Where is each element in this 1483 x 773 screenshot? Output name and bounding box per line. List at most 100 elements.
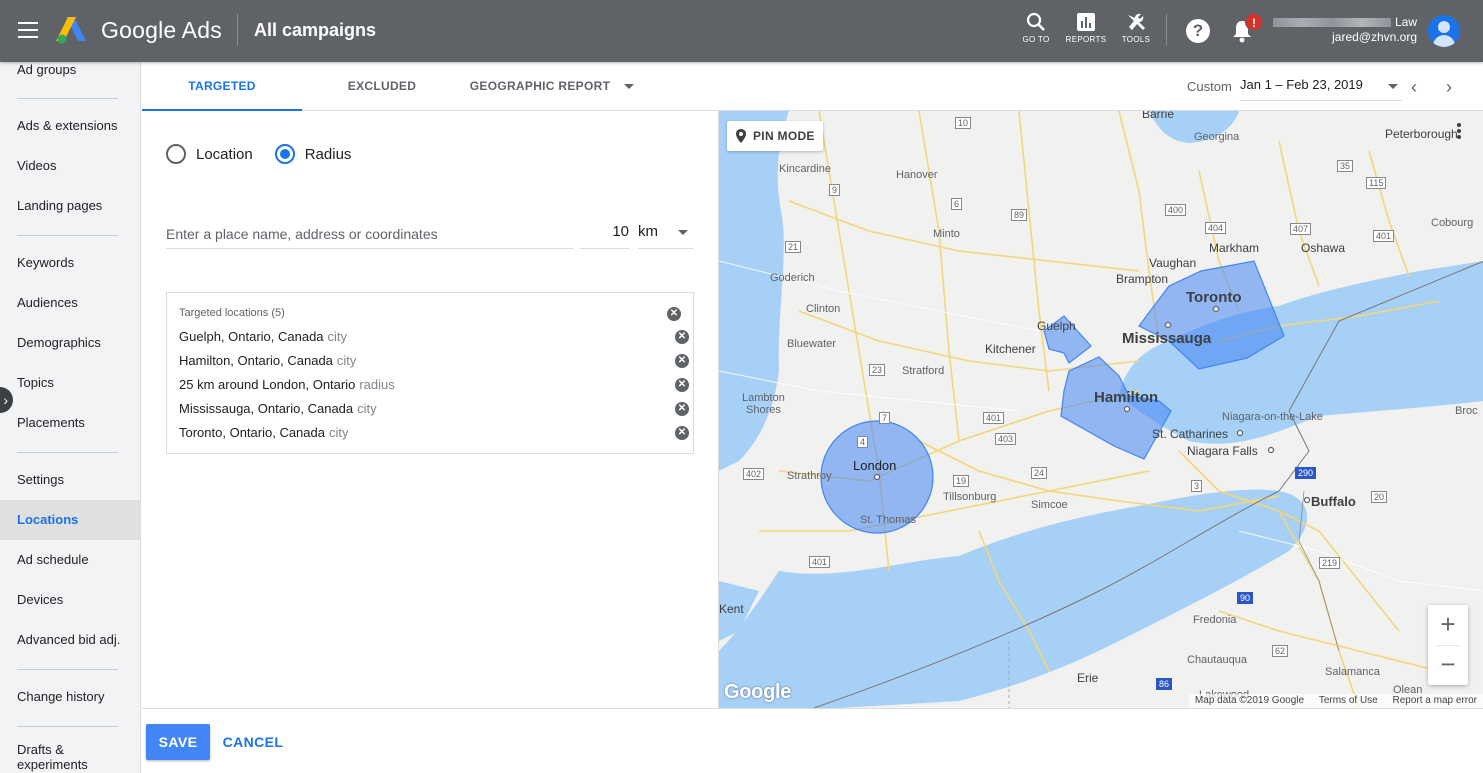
sidebar-item-topics[interactable]: Topics — [0, 363, 140, 403]
location-type: city — [336, 353, 357, 368]
map-label: Oshawa — [1301, 241, 1346, 255]
tab-targeted[interactable]: TARGETED — [142, 62, 302, 111]
date-range-select[interactable]: Jan 1 – Feb 23, 2019 — [1240, 77, 1402, 101]
terms-of-use-link[interactable]: Terms of Use — [1319, 695, 1378, 706]
radius-value-input[interactable]: 10 — [580, 219, 630, 249]
sidebar-item-advanced-bid-adj[interactable]: Advanced bid adj. — [0, 620, 140, 660]
highway-shield: 402 — [743, 468, 765, 480]
map-canvas[interactable] — [719, 111, 1483, 708]
location-name: Guelph, Ontario, Canada — [179, 329, 324, 344]
go-to-label: GO TO — [1022, 35, 1050, 44]
remove-close-icon[interactable]: ✕ — [675, 354, 689, 368]
next-period-chevron-icon[interactable]: › — [1439, 78, 1459, 98]
tab-geographic-report[interactable]: GEOGRAPHIC REPORT — [462, 62, 642, 111]
pin-mode-button[interactable]: PIN MODE — [727, 121, 823, 151]
header-divider — [1166, 14, 1167, 46]
map-attribution: Map data ©2019 Google Terms of Use Repor… — [1188, 694, 1483, 708]
more-vert-icon[interactable] — [1455, 121, 1463, 143]
highway-shield: 86 — [1156, 678, 1173, 690]
tab-excluded[interactable]: EXCLUDED — [302, 62, 462, 111]
highway-shield: 9 — [829, 184, 841, 196]
map-label: Peterborough — [1385, 127, 1458, 141]
date-range-prefix: Custom — [1187, 79, 1232, 94]
sidebar-item-devices[interactable]: Devices — [0, 580, 140, 620]
top-app-bar: Google Ads All campaigns GO TO REPORTS T… — [0, 0, 1483, 62]
highway-shield: 3 — [1191, 480, 1203, 492]
remove-close-icon[interactable]: ✕ — [675, 378, 689, 392]
map-label: Buffalo — [1311, 494, 1356, 509]
highway-shield: 20 — [1371, 491, 1388, 503]
cancel-button[interactable]: CANCEL — [218, 724, 288, 760]
sidebar-item-demographics[interactable]: Demographics — [0, 323, 140, 363]
sidebar-item-landing-pages[interactable]: Landing pages — [0, 186, 140, 226]
map-label: Kincardine — [779, 163, 831, 175]
help-icon[interactable]: ? — [1186, 19, 1210, 43]
radius-unit-select[interactable]: km — [638, 219, 694, 249]
sidebar-item-placements[interactable]: Placements — [0, 403, 140, 443]
sidebar-item-change-history[interactable]: Change history — [0, 677, 140, 717]
tools-button[interactable]: TOOLS — [1114, 12, 1158, 44]
highway-shield: 21 — [785, 241, 802, 253]
radius-radio[interactable] — [274, 144, 295, 164]
remove-all-close-icon[interactable]: ✕ — [667, 307, 681, 321]
avatar[interactable] — [1428, 15, 1460, 47]
highway-shield: 35 — [1337, 160, 1354, 172]
account-email: jared@zhvn.org — [1332, 30, 1417, 44]
google-ads-logo — [56, 17, 86, 44]
save-button[interactable]: SAVE — [146, 724, 210, 760]
location-radio-label: Location — [196, 145, 253, 163]
location-radio[interactable] — [166, 144, 186, 164]
map-label: Chautauqua — [1187, 654, 1247, 666]
list-item: Toronto, Ontario, Canada city ✕ — [179, 421, 689, 445]
map-label: Broc — [1455, 405, 1478, 417]
map-label: Goderich — [770, 272, 815, 284]
sidebar-divider — [17, 98, 118, 99]
zoom-controls: + − — [1428, 605, 1468, 685]
remove-close-icon[interactable]: ✕ — [675, 402, 689, 416]
map-label: Kent — [719, 602, 744, 616]
map-label: Erie — [1077, 671, 1099, 685]
map-label: Niagara Falls — [1187, 444, 1258, 458]
sidebar-item-ad-groups[interactable]: Ad groups — [0, 62, 140, 90]
map-label: Niagara-on-the-Lake — [1222, 411, 1323, 423]
map-label: Hanover — [896, 169, 938, 181]
radius-unit-value: km — [638, 223, 658, 240]
sidebar-divider — [17, 669, 118, 670]
date-range-value: Jan 1 – Feb 23, 2019 — [1240, 77, 1363, 92]
highway-shield: 24 — [1031, 467, 1048, 479]
account-info[interactable]: Law jared@zhvn.org — [1272, 15, 1417, 45]
previous-period-chevron-icon[interactable]: ‹ — [1404, 78, 1424, 98]
sidebar-item-drafts-experiments[interactable]: Drafts & experiments — [0, 742, 120, 773]
sidebar-divider — [17, 452, 118, 453]
map-label: St. Catharines — [1152, 427, 1229, 441]
sidebar-item-keywords[interactable]: Keywords — [0, 243, 140, 283]
map-label: London — [853, 458, 897, 473]
sidebar-item-locations[interactable]: Locations — [0, 500, 140, 540]
sidebar-item-settings[interactable]: Settings — [0, 460, 140, 500]
highway-shield: 290 — [1295, 467, 1317, 479]
menu-icon[interactable] — [18, 22, 38, 38]
map-label: Mississauga — [1122, 330, 1212, 347]
remove-close-icon[interactable]: ✕ — [675, 426, 689, 440]
redacted-account-id — [1272, 18, 1391, 28]
zoom-in-plus-icon[interactable]: + — [1428, 605, 1468, 645]
map-label: Shores — [746, 404, 781, 416]
report-map-error-link[interactable]: Report a map error — [1393, 695, 1477, 706]
sidebar-item-ads-extensions[interactable]: Ads & extensions — [0, 106, 140, 146]
map-label: Cobourg — [1431, 217, 1474, 229]
bar-chart-icon — [1077, 13, 1095, 31]
location-name: 25 km around London, Ontario — [179, 377, 356, 392]
sidebar-item-audiences[interactable]: Audiences — [0, 283, 140, 323]
targeting-map[interactable]: Barrie Georgina Peterborough Kincardine … — [718, 111, 1483, 708]
zoom-out-minus-icon[interactable]: − — [1428, 645, 1468, 685]
remove-close-icon[interactable]: ✕ — [675, 330, 689, 344]
reports-button[interactable]: REPORTS — [1064, 12, 1108, 44]
highway-shield: 401 — [809, 556, 831, 568]
place-search-input[interactable] — [166, 219, 574, 249]
map-label: Fredonia — [1193, 614, 1237, 626]
sidebar-item-videos[interactable]: Videos — [0, 146, 140, 186]
go-to-button[interactable]: GO TO — [1014, 12, 1058, 44]
sidebar-item-ad-schedule[interactable]: Ad schedule — [0, 540, 140, 580]
map-label: Vaughan — [1149, 256, 1197, 270]
map-label: Brampton — [1116, 272, 1169, 286]
